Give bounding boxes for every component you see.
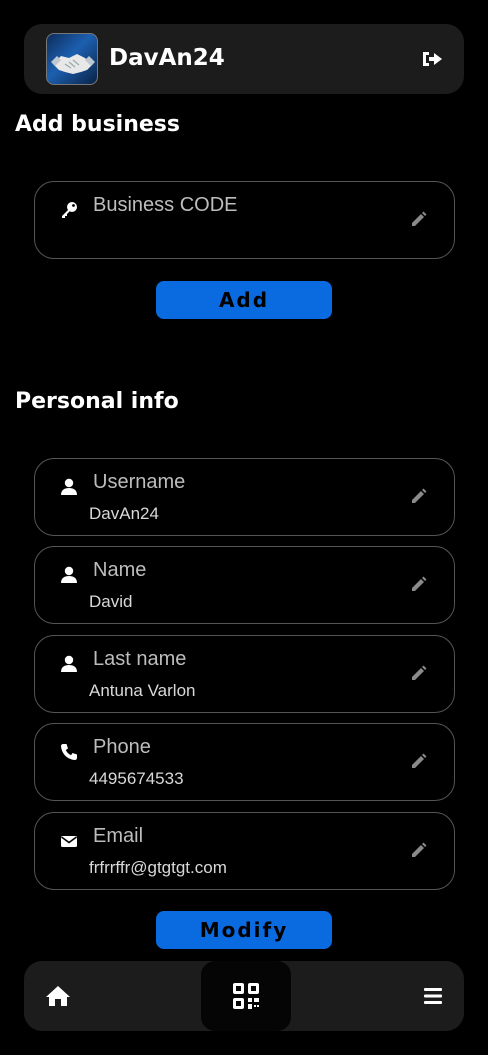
pencil-icon[interactable] [410, 841, 428, 859]
pencil-icon[interactable] [410, 664, 428, 682]
bottom-nav [24, 961, 464, 1031]
key-icon [62, 202, 77, 218]
add-business-heading: Add business [15, 112, 180, 137]
business-code-placeholder: Business CODE [93, 194, 238, 216]
top-bar: DavAn24 [24, 24, 464, 94]
sign-out-icon[interactable] [420, 48, 444, 70]
app-title: DavAn24 [109, 45, 225, 71]
user-icon [61, 655, 77, 672]
username-field[interactable]: Username DavAn24 [34, 458, 455, 536]
email-field[interactable]: Email frfrrffr@gtgtgt.com [34, 812, 455, 890]
user-icon [61, 566, 77, 583]
last-name-field[interactable]: Last name Antuna Varlon [34, 635, 455, 713]
pencil-icon[interactable] [410, 210, 428, 228]
hamburger-menu-icon[interactable] [423, 986, 443, 1006]
home-icon[interactable] [45, 984, 71, 1008]
qr-code-button[interactable] [201, 961, 291, 1031]
username-label: Username [93, 471, 186, 493]
email-label: Email [93, 825, 144, 847]
name-label: Name [93, 559, 147, 581]
last-name-label: Last name [93, 648, 187, 670]
pencil-icon[interactable] [410, 487, 428, 505]
pencil-icon[interactable] [410, 752, 428, 770]
add-button[interactable]: Add [156, 281, 332, 319]
user-icon [61, 478, 77, 495]
phone-value[interactable]: 4495674533 [89, 769, 184, 789]
business-code-field[interactable]: Business CODE [34, 181, 455, 259]
name-field[interactable]: Name David [34, 546, 455, 624]
envelope-icon [61, 836, 77, 847]
modify-button[interactable]: Modify [156, 911, 332, 949]
name-value[interactable]: David [89, 592, 132, 612]
qr-code-icon [233, 983, 259, 1009]
last-name-value[interactable]: Antuna Varlon [89, 681, 195, 701]
username-value[interactable]: DavAn24 [89, 504, 159, 524]
pencil-icon[interactable] [410, 575, 428, 593]
avatar[interactable] [46, 33, 98, 85]
email-value[interactable]: frfrrffr@gtgtgt.com [89, 858, 227, 878]
personal-info-heading: Personal info [15, 389, 179, 414]
phone-field[interactable]: Phone 4495674533 [34, 723, 455, 801]
phone-icon [61, 744, 77, 760]
handshake-logo-icon [51, 54, 95, 74]
phone-label: Phone [93, 736, 151, 758]
